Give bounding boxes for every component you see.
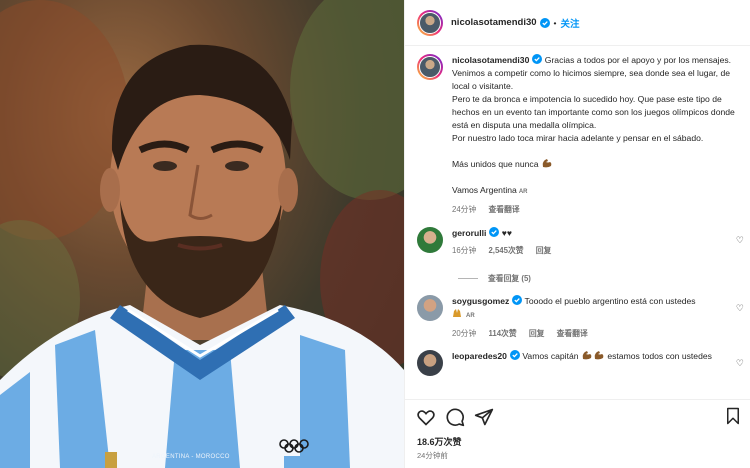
comment-item: gerorulli ♥♥ 16分钟 2,545次赞 回复 ♡ [405, 227, 750, 257]
caption-line: Por nuestro lado toca mirar hacia adelan… [452, 133, 704, 143]
caption-line: Pero te da bronca e impotencia lo sucedi… [452, 94, 735, 130]
caption-line: Gracias a todos por el apoyo y por los m… [544, 55, 732, 65]
flag-badge: AR [518, 189, 528, 195]
follow-button[interactable]: 关注 [561, 16, 580, 30]
like-heart-icon[interactable]: ♡ [736, 358, 744, 369]
comment-item: soygusgomez Tooodo el pueblo argentino e… [405, 295, 750, 340]
see-translation-button[interactable]: 查看翻译 [557, 329, 588, 338]
player-photo-illustration [0, 0, 404, 468]
comment-username[interactable]: soygusgomez [452, 296, 509, 306]
comment-text: Tooodo el pueblo argentino está con uste… [524, 296, 696, 306]
comment-text: Vamos capitán [522, 351, 579, 361]
verified-icon [512, 295, 523, 305]
author-username[interactable]: nicolasotamendi30 [451, 17, 537, 28]
author-avatar[interactable] [417, 9, 443, 36]
post-side-panel: nicolasotamendi30 • 关注 nicolasotamendi30… [404, 0, 750, 468]
comment-time[interactable]: 20分钟 [452, 329, 476, 338]
comment-username[interactable]: gerorulli [452, 228, 486, 238]
verified-icon [539, 17, 550, 28]
caption-line: Venimos a competir como lo hicimos siemp… [452, 68, 731, 91]
comment-likes[interactable]: 114次赞 [488, 329, 516, 338]
comment-icon[interactable] [445, 407, 465, 427]
comment-avatar[interactable] [417, 295, 443, 321]
caption-avatar[interactable] [417, 54, 443, 80]
caption-line: Vamos Argentina [452, 185, 517, 195]
comment-likes[interactable]: 2,545次赞 [488, 246, 523, 255]
verified-icon [489, 227, 500, 237]
flexed-biceps-icon [594, 351, 604, 360]
comment-avatar[interactable] [417, 350, 443, 376]
likes-count[interactable]: 18.6万次赞 [417, 435, 462, 448]
view-replies-button[interactable]: 查看回复 (5) [458, 271, 750, 285]
flexed-biceps-icon [542, 159, 552, 168]
header-separator: • [553, 17, 557, 28]
comment-avatar[interactable] [417, 227, 443, 253]
instagram-post-view: ARGENTINA - MOROCCO nicolasotamendi30 • … [0, 0, 750, 468]
see-translation-button[interactable]: 查看翻译 [488, 205, 519, 214]
reply-button[interactable]: 回复 [529, 329, 545, 338]
view-replies-label: 查看回复 (5) [488, 273, 531, 283]
share-icon[interactable] [474, 407, 494, 427]
post-header: nicolasotamendi30 • 关注 [405, 0, 750, 46]
comment-text: ♥♥ [501, 228, 512, 238]
comment-text: estamos todos con ustedes [607, 351, 712, 361]
comment-username[interactable]: leoparedes20 [452, 351, 507, 361]
post-caption: nicolasotamendi30 Gracias a todos por el… [405, 47, 750, 216]
caption-time[interactable]: 24分钟 [452, 205, 476, 214]
post-timestamp: 24分钟前 [417, 451, 448, 460]
comment-item: leoparedes20 Vamos capitán estamos todos… [405, 350, 750, 376]
flexed-biceps-icon [582, 351, 592, 360]
replies-divider [458, 277, 478, 279]
bookmark-icon[interactable] [724, 407, 742, 425]
reply-button[interactable]: 回复 [536, 246, 552, 255]
flag-badge: AR [466, 313, 475, 319]
caption-line: Más unidos que nunca [452, 159, 539, 169]
heart-icon[interactable] [416, 407, 436, 427]
jersey-caption: ARGENTINA - MOROCCO [152, 454, 230, 460]
verified-icon [509, 350, 520, 360]
caption-username[interactable]: nicolasotamendi30 [452, 55, 529, 65]
post-photo[interactable]: ARGENTINA - MOROCCO [0, 0, 404, 468]
post-action-bar [405, 399, 750, 433]
verified-icon [532, 54, 543, 64]
comments-scroll-area[interactable]: nicolasotamendi30 Gracias a todos por el… [405, 47, 750, 399]
comment-time[interactable]: 16分钟 [452, 246, 476, 255]
raised-hands-icon [453, 309, 461, 317]
like-heart-icon[interactable]: ♡ [736, 303, 744, 314]
like-heart-icon[interactable]: ♡ [736, 235, 744, 246]
